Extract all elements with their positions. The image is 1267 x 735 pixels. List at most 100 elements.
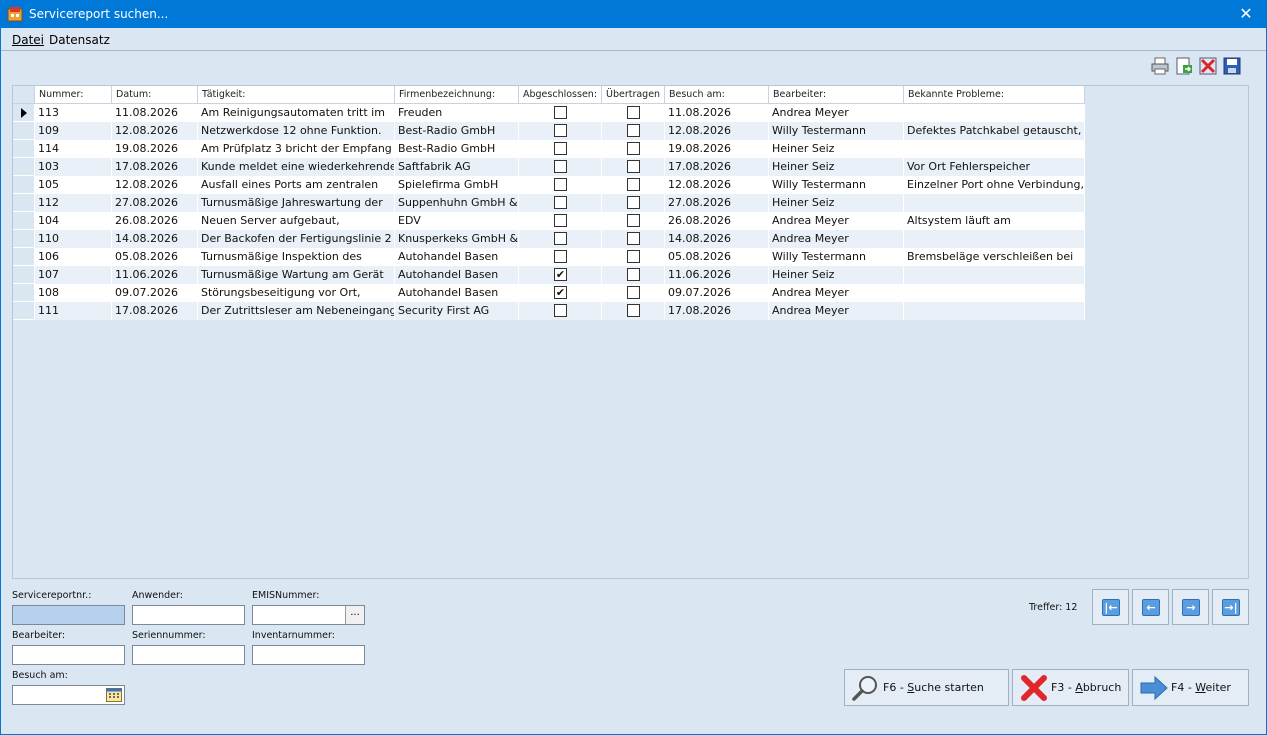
row-checkbox[interactable] [554,178,567,191]
row-indicator[interactable] [13,302,35,320]
save-icon[interactable] [1222,56,1242,76]
header-datum[interactable]: Datum: [112,86,198,104]
first-record-button[interactable]: |← [1092,589,1129,625]
cell-besuch[interactable]: 26.08.2026 [665,212,769,230]
report-nr-field[interactable] [12,605,125,625]
cell-firma[interactable]: Autohandel Basen [395,266,519,284]
header-abgeschlossen[interactable]: Abgeschlossen: [519,86,602,104]
cell-firma[interactable]: Freuden [395,104,519,122]
cell-bearbeiter[interactable]: Heiner Seiz [769,140,904,158]
close-button[interactable]: ✕ [1226,1,1266,28]
cell-nummer[interactable]: 112 [35,194,112,212]
cell-besuch[interactable]: 11.08.2026 [665,104,769,122]
table-row[interactable]: 112 27.08.2026 Turnusmäßige Jahreswartung … [13,194,1085,212]
cell-taetigkeit[interactable]: Netzwerkdose 12 ohne Funktion. [198,122,395,140]
cell-probleme[interactable]: Defektes Patchkabel getauscht, [904,122,1085,140]
cell-probleme[interactable]: Bremsbeläge verschleißen bei [904,248,1085,266]
cell-nummer[interactable]: 105 [35,176,112,194]
cell-taetigkeit[interactable]: Ausfall eines Ports am zentralen [198,176,395,194]
row-checkbox[interactable]: ✔ [554,286,567,299]
menu-record[interactable]: Datensatz [49,33,110,47]
cell-besuch[interactable]: 12.08.2026 [665,176,769,194]
cell-datum[interactable]: 27.08.2026 [112,194,198,212]
cell-besuch[interactable]: 09.07.2026 [665,284,769,302]
cell-datum[interactable]: 12.08.2026 [112,176,198,194]
cell-taetigkeit[interactable]: Am Reinigungsautomaten tritt im [198,104,395,122]
cell-datum[interactable]: 26.08.2026 [112,212,198,230]
results-grid[interactable]: Nummer: Datum: Tätigkeit: Firmenbezeichn… [12,85,1249,579]
cell-bearbeiter[interactable]: Willy Testermann [769,122,904,140]
cell-taetigkeit[interactable]: Turnusmäßige Jahreswartung der [198,194,395,212]
table-row[interactable]: 114 19.08.2026 Am Prüfplatz 3 bricht der E… [13,140,1085,158]
cell-nummer[interactable]: 109 [35,122,112,140]
table-row[interactable]: 104 26.08.2026 Neuen Server aufgebaut, EDV 2… [13,212,1085,230]
row-checkbox[interactable] [554,124,567,137]
cell-bearbeiter[interactable]: Heiner Seiz [769,194,904,212]
row-checkbox[interactable] [627,250,640,263]
inventory-field[interactable] [252,645,365,665]
header-bearbeiter[interactable]: Bearbeiter: [769,86,904,104]
row-indicator[interactable] [13,212,35,230]
cell-probleme[interactable]: Vor Ort Fehlerspeicher [904,158,1085,176]
cell-taetigkeit[interactable]: Der Backofen der Fertigungslinie 2 [198,230,395,248]
cell-bearbeiter[interactable]: Andrea Meyer [769,212,904,230]
cell-nummer[interactable]: 107 [35,266,112,284]
cell-bearbeiter[interactable]: Andrea Meyer [769,104,904,122]
table-row[interactable]: 105 12.08.2026 Ausfall eines Ports am zent… [13,176,1085,194]
editor-field[interactable] [12,645,125,665]
table-row[interactable]: 109 12.08.2026 Netzwerkdose 12 ohne Funkti… [13,122,1085,140]
cell-firma[interactable]: Spielefirma GmbH [395,176,519,194]
header-taetigkeit[interactable]: Tätigkeit: [198,86,395,104]
cell-firma[interactable]: Knusperkeks GmbH & [395,230,519,248]
cell-probleme[interactable] [904,194,1085,212]
row-checkbox[interactable] [627,304,640,317]
header-firma[interactable]: Firmenbezeichnung: [395,86,519,104]
row-indicator[interactable] [13,158,35,176]
cell-firma[interactable]: EDV [395,212,519,230]
row-checkbox[interactable] [627,286,640,299]
cell-datum[interactable]: 09.07.2026 [112,284,198,302]
printer-icon[interactable] [1150,56,1170,76]
cell-nummer[interactable]: 110 [35,230,112,248]
cell-probleme[interactable] [904,104,1085,122]
cell-firma[interactable]: Autohandel Basen [395,248,519,266]
cell-probleme[interactable] [904,230,1085,248]
cell-nummer[interactable]: 111 [35,302,112,320]
cell-taetigkeit[interactable]: Der Zutrittsleser am Nebeneingang [198,302,395,320]
cell-besuch[interactable]: 17.08.2026 [665,158,769,176]
cell-firma[interactable]: Autohandel Basen [395,284,519,302]
row-indicator[interactable] [13,176,35,194]
menu-file[interactable]: Datei [12,33,44,47]
visit-date-field[interactable] [12,685,125,705]
table-row[interactable]: 111 17.08.2026 Der Zutrittsleser am Nebene… [13,302,1085,320]
row-checkbox[interactable] [554,142,567,155]
cell-nummer[interactable]: 113 [35,104,112,122]
cell-nummer[interactable]: 104 [35,212,112,230]
cell-besuch[interactable]: 27.08.2026 [665,194,769,212]
emis-browse-button[interactable]: ... [345,606,364,624]
header-besuch[interactable]: Besuch am: [665,86,769,104]
row-checkbox[interactable] [627,214,640,227]
search-start-button[interactable]: F6 - Suche starten [844,669,1009,706]
row-checkbox[interactable] [627,268,640,281]
cell-probleme[interactable]: Einzelner Port ohne Verbindung, [904,176,1085,194]
row-checkbox[interactable] [554,232,567,245]
cell-firma[interactable]: Saftfabrik AG [395,158,519,176]
cell-besuch[interactable]: 05.08.2026 [665,248,769,266]
cell-bearbeiter[interactable]: Andrea Meyer [769,284,904,302]
table-row[interactable]: 103 17.08.2026 Kunde meldet eine wiederkeh… [13,158,1085,176]
cell-datum[interactable]: 11.06.2026 [112,266,198,284]
export-icon[interactable] [1174,56,1194,76]
row-checkbox[interactable] [627,196,640,209]
row-checkbox[interactable] [627,106,640,119]
row-checkbox[interactable] [627,124,640,137]
row-checkbox[interactable] [554,196,567,209]
row-indicator[interactable] [13,248,35,266]
cell-bearbeiter[interactable]: Andrea Meyer [769,302,904,320]
cell-probleme[interactable] [904,302,1085,320]
cell-besuch[interactable]: 14.08.2026 [665,230,769,248]
cell-taetigkeit[interactable]: Störungsbeseitigung vor Ort, [198,284,395,302]
cell-bearbeiter[interactable]: Heiner Seiz [769,266,904,284]
table-row[interactable]: 106 05.08.2026 Turnusmäßige Inspektion des… [13,248,1085,266]
cell-bearbeiter[interactable]: Andrea Meyer [769,230,904,248]
